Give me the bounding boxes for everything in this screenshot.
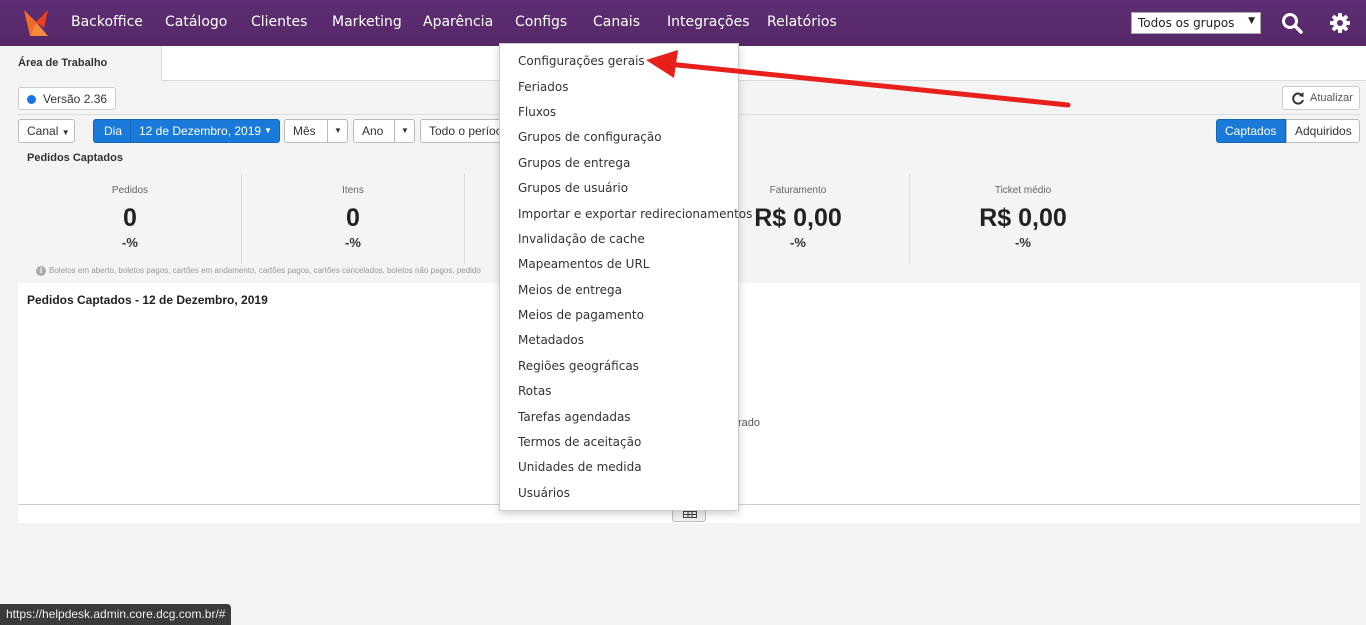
section-title: Pedidos Captados [27,152,123,164]
version-label: Versão 2.36 [43,92,108,106]
menu-item-usuarios[interactable]: Usuários [518,486,570,500]
gear-icon[interactable] [1329,12,1351,34]
top-navbar: Backoffice Catálogo Clientes Marketing A… [0,0,1366,46]
caret-down-icon: ▼ [1248,16,1255,26]
nav-marketing[interactable]: Marketing [332,14,402,30]
menu-item-grupos-de-entrega[interactable]: Grupos de entrega [518,156,630,170]
menu-item-tarefas-agendadas[interactable]: Tarefas agendadas [518,410,631,424]
stat-itens: Itens 0 -% [242,185,464,250]
caret-down-icon: ▼ [61,128,70,137]
stat-pedidos: Pedidos 0 -% [19,185,241,250]
nav-configs[interactable]: Configs [515,14,567,30]
menu-item-grupos-de-configuracao[interactable]: Grupos de configuração [518,130,662,144]
nav-backoffice[interactable]: Backoffice [71,14,143,30]
menu-item-feriados[interactable]: Feriados [518,80,568,94]
stat-percent: -% [345,235,361,250]
stat-value: 0 [123,204,137,232]
configs-dropdown-menu: Configurações gerais Feriados Fluxos Gru… [499,43,752,511]
todo-periodo-label: Todo o períoc [429,124,502,138]
dia-label: Dia [104,124,123,138]
stat-ticket-medio: Ticket médio R$ 0,00 -% [912,185,1134,250]
mes-button[interactable]: Mês ▼ [284,119,348,143]
menu-item-regioes-geograficas[interactable]: Regiões geográficas [518,359,639,373]
canal-label: Canal [27,124,59,138]
day-date-picker[interactable]: Dia 12 de Dezembro, 2019 ▼ [93,119,280,143]
divider [909,174,910,264]
group-select-value: Todos os grupos [1138,16,1235,30]
todo-periodo-button[interactable]: Todo o períoc [420,119,510,143]
menu-item-invalidacao-de-cache[interactable]: Invalidação de cache [518,232,645,246]
version-badge: Versão 2.36 [18,87,117,110]
panel-title: Pedidos Captados - 12 de Dezembro, 2019 [27,293,268,307]
status-bar-url: https://helpdesk.admin.core.dcg.com.br/# [0,604,232,625]
nav-clientes[interactable]: Clientes [251,14,307,30]
menu-item-meios-de-entrega[interactable]: Meios de entrega [518,283,622,297]
nav-canais[interactable]: Canais [593,14,640,30]
menu-item-unidades-de-medida[interactable]: Unidades de medida [518,460,642,474]
refresh-button[interactable]: Atualizar [1282,86,1360,110]
caret-down-icon: ▼ [401,126,409,135]
stat-percent: -% [1015,235,1031,250]
logo-icon[interactable] [22,8,50,38]
nav-catalogo[interactable]: Catálogo [165,14,227,30]
menu-item-importar-exportar[interactable]: Importar e exportar redirecionamentos [518,207,752,221]
stat-label: Ticket médio [994,185,1052,196]
ano-label: Ano [362,124,384,138]
separator [394,120,395,142]
adquiridos-toggle[interactable]: Adquiridos [1286,119,1360,143]
separator [130,120,131,142]
refresh-label: Atualizar [1310,92,1353,104]
adquiridos-label: Adquiridos [1295,124,1352,138]
footnote: i Boletos em aberto, boletos pagos, cartõ… [36,266,481,276]
menu-item-termos-de-aceitacao[interactable]: Termos de aceitação [518,435,641,449]
separator [327,120,328,142]
stat-label: Itens [342,185,364,196]
tab-area-de-trabalho[interactable]: Área de Trabalho [0,46,162,81]
menu-item-fluxos[interactable]: Fluxos [518,105,556,119]
menu-item-configuracoes-gerais[interactable]: Configurações gerais [518,54,645,68]
nav-integracoes[interactable]: Integrações [667,14,750,30]
footnote-text: Boletos em aberto, boletos pagos, cartõe… [49,266,481,275]
stat-value: R$ 0,00 [979,204,1067,232]
group-select[interactable]: Todos os grupos ▼ [1131,12,1261,34]
captados-toggle[interactable]: Captados [1216,119,1286,143]
mes-label: Mês [293,124,316,138]
menu-item-grupos-de-usuario[interactable]: Grupos de usuário [518,181,628,195]
nav-relatorios[interactable]: Relatórios [767,14,837,30]
date-label: 12 de Dezembro, 2019 [139,124,262,138]
ano-button[interactable]: Ano ▼ [353,119,415,143]
captados-label: Captados [1225,124,1277,138]
refresh-icon [1292,92,1304,105]
info-icon: i [36,266,46,276]
menu-item-meios-de-pagamento[interactable]: Meios de pagamento [518,308,644,322]
panel-message: rado [738,417,761,429]
canal-dropdown[interactable]: Canal ▼ [18,119,75,143]
stat-value: 0 [346,204,360,232]
nav-aparencia[interactable]: Aparência [423,14,493,30]
caret-down-icon: ▼ [334,126,342,135]
status-dot [27,95,36,104]
menu-item-mapeamentos-de-url[interactable]: Mapeamentos de URL [518,257,649,271]
menu-item-rotas[interactable]: Rotas [518,384,551,398]
menu-item-metadados[interactable]: Metadados [518,333,584,347]
search-icon[interactable] [1281,12,1303,34]
divider [464,174,465,264]
stat-label: Pedidos [111,185,149,196]
caret-down-icon: ▼ [264,126,272,135]
stat-percent: -% [122,235,138,250]
